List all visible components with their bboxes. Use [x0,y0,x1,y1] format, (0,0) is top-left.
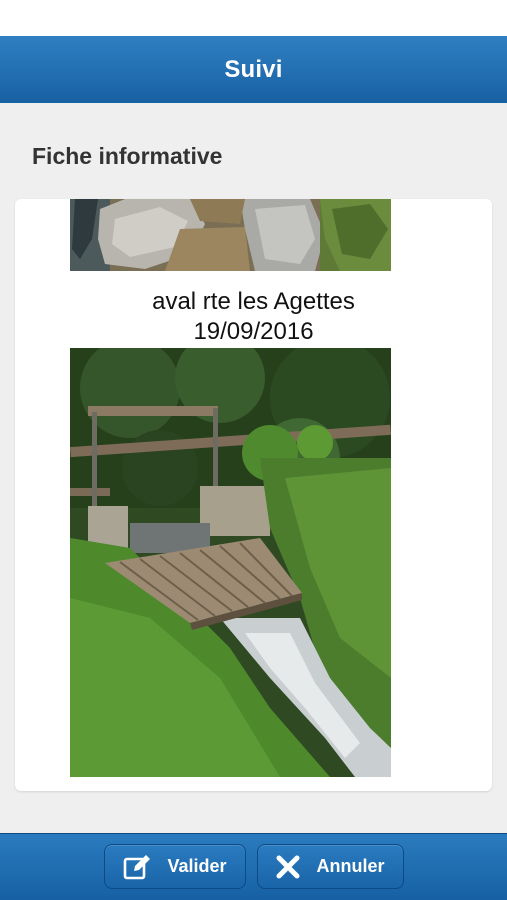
info-card: aval rte les Agettes 19/09/2016 [15,199,492,791]
app-screen: Suivi Fiche informative aval rte les Age… [0,0,507,900]
previous-photo[interactable] [70,199,391,271]
edit-icon [123,854,151,880]
photo-location: aval rte les Agettes [152,288,355,315]
annuler-label: Annuler [316,856,385,876]
footbridge-photo-image [70,348,391,777]
close-icon [276,855,300,879]
section-title: Fiche informative [32,143,223,169]
photo-date: 19/09/2016 [193,318,314,345]
footer-toolbar: Valider Annuler [0,833,507,900]
rocks-photo-image [70,199,391,271]
valider-label: Valider [167,856,227,876]
stream-photo[interactable] [70,348,391,777]
header-bar: Suivi [0,36,507,103]
valider-button[interactable]: Valider [104,844,246,889]
page-title: Suivi [224,55,283,83]
annuler-button[interactable]: Annuler [257,844,404,889]
content-area[interactable]: Fiche informative aval rte les Agettes 1… [0,103,507,833]
